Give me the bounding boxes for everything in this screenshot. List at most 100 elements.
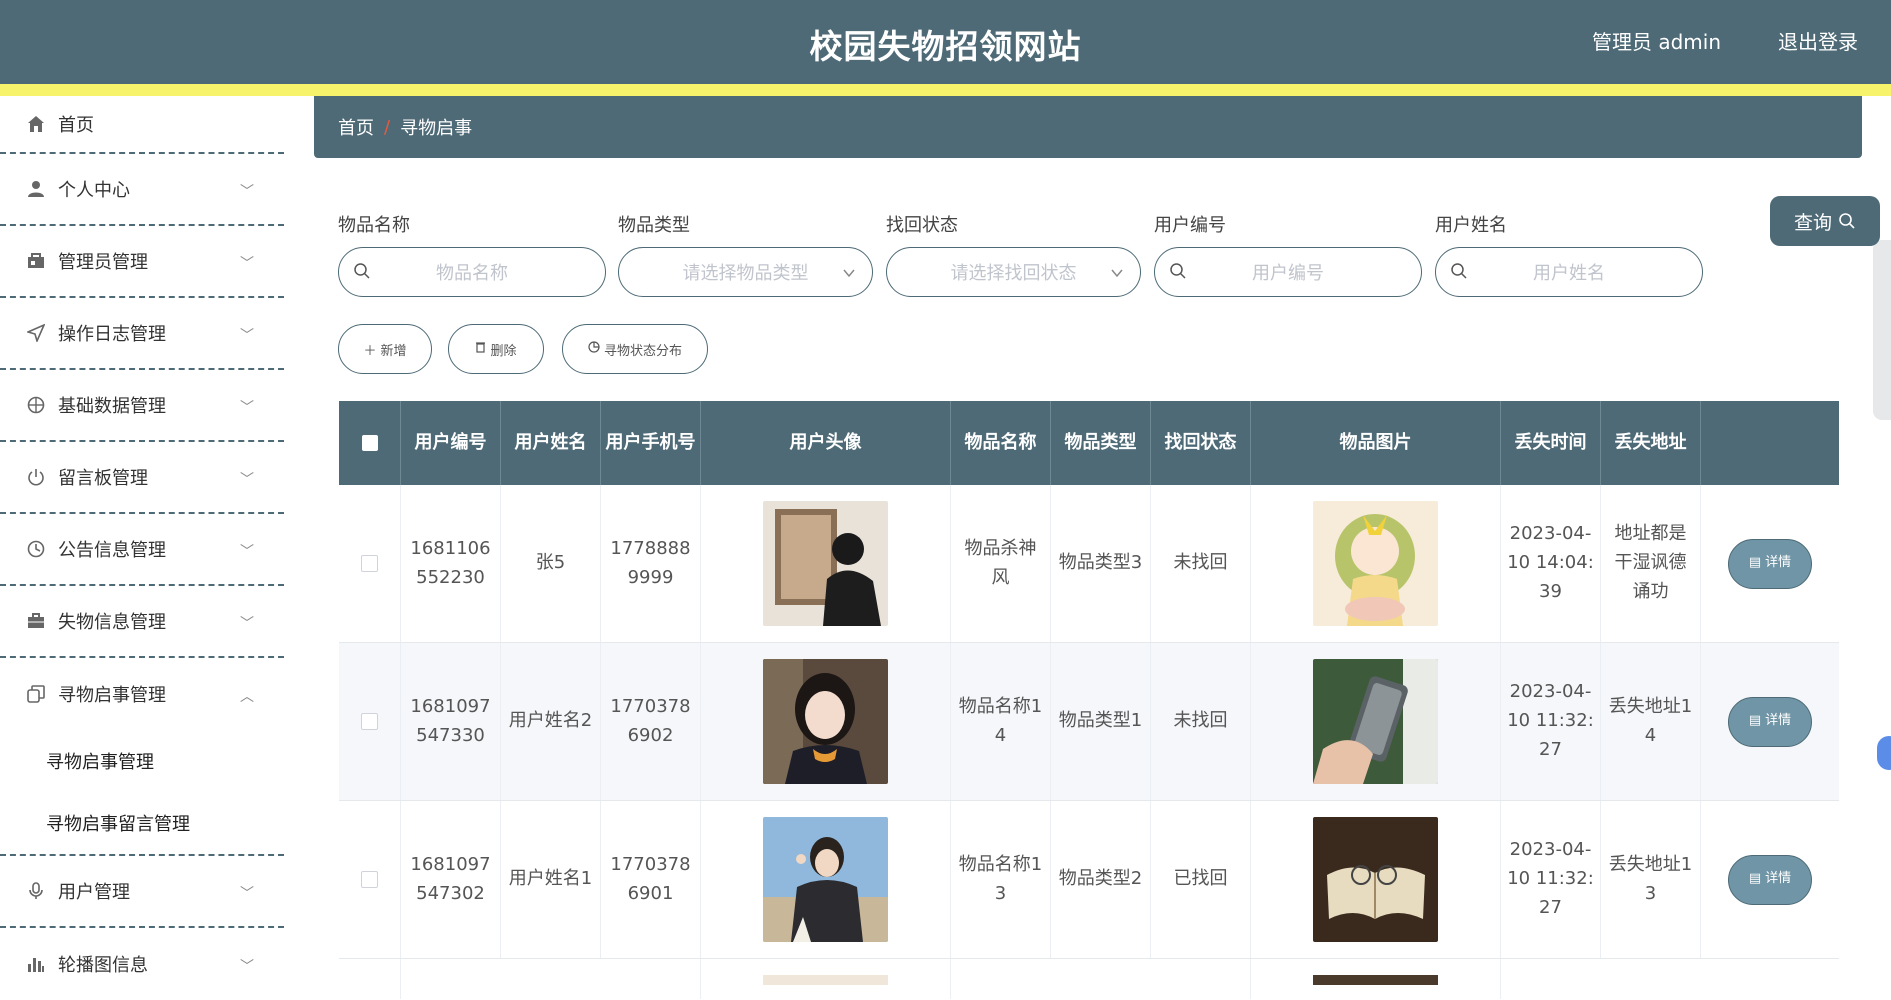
sidebar-item-message-board[interactable]: 留言板管理 ﹀ [0,442,284,514]
trash-icon [475,341,486,357]
input-placeholder: 用户编号 [1252,263,1324,284]
query-button[interactable]: 查询 [1770,196,1880,246]
detail-label: 详情 [1765,713,1792,729]
filter-label: 物品类型 [618,215,690,236]
sidebar-item-base-data[interactable]: 基础数据管理 ﹀ [0,370,284,442]
lost-time-cell: 2023-04-10 14:04:39 [1501,485,1601,642]
breadcrumb-home[interactable]: 首页 [338,114,374,140]
mic-icon [26,881,46,901]
plus-icon: ＋ [363,343,377,359]
delete-label: 删除 [490,343,517,359]
column-header: 丢失地址 [1601,401,1701,485]
status-select[interactable]: 请选择找回状态 [886,247,1141,297]
chevron-down-icon: ﹀ [240,400,254,416]
chevron-down-icon: ﹀ [240,184,254,200]
lost-address-cell: 地址都是干湿讽德诵功 [1601,485,1701,642]
sidebar-item-label: 失物信息管理 [58,612,166,633]
column-header: 物品类型 [1051,401,1151,485]
sidebar-item-profile[interactable]: 个人中心 ﹀ [0,154,284,226]
document-icon: ▤ [1748,555,1762,571]
row-select-cell [339,485,401,642]
document-icon: ▤ [1748,871,1762,887]
user-avatar-image[interactable] [763,817,888,942]
phone-cell: 17703786901 [601,801,701,958]
lost-time-cell: 2023-04-10 11:32:27 [1501,643,1601,800]
row-select-cell [339,643,401,800]
item-type-cell: 物品类型1 [1051,643,1151,800]
column-header: 找回状态 [1151,401,1251,485]
column-header: 用户姓名 [501,401,601,485]
submenu-item-notice-manage[interactable]: 寻物启事管理 [0,730,284,792]
add-button[interactable]: ＋ 新增 [338,324,432,374]
filter-label: 找回状态 [886,215,958,236]
sidebar-item-admin[interactable]: 管理员管理 ﹀ [0,226,284,298]
select-all-checkbox[interactable] [361,435,378,451]
filter-label: 物品名称 [338,215,410,236]
column-header: 物品图片 [1251,401,1501,485]
search-icon [1839,213,1855,229]
input-placeholder: 物品名称 [436,263,508,284]
sidebar-item-label: 用户管理 [58,882,130,903]
sidebar-item-label: 基础数据管理 [58,396,166,417]
item-image[interactable] [1313,659,1438,784]
row-select-cell [339,801,401,958]
filter-item-name: 物品名称 物品名称 [338,211,606,297]
pie-chart-icon [588,341,600,357]
table-row: 1681097547330 用户姓名2 17703786902 物品名称14 物… [339,643,1839,801]
chevron-up-icon: ︿ [240,689,254,705]
user-avatar-image[interactable] [763,659,888,784]
main-content: 首页 / 寻物启事 物品名称 物品名称 物品类型 请选择物品类型 找回状态 请选… [284,96,1891,999]
detail-button[interactable]: ▤ 详情 [1728,538,1812,589]
detail-button[interactable]: ▤ 详情 [1728,854,1812,905]
table-row: 1681106552230 张5 17788889999 物品杀神风 物品类型3… [339,485,1839,643]
detail-button[interactable]: ▤ 详情 [1728,696,1812,747]
table-row-partial [339,959,1839,999]
user-avatar-image[interactable] [763,501,888,626]
item-image[interactable] [1313,975,1438,985]
filter-item-type: 物品类型 请选择物品类型 [618,211,873,297]
document-icon: ▤ [1748,713,1762,729]
sidebar-item-label: 个人中心 [58,180,130,201]
item-image[interactable] [1313,501,1438,626]
user-avatar-image[interactable] [763,975,888,985]
sidebar-item-announcements[interactable]: 公告信息管理 ﹀ [0,514,284,586]
user-no-cell: 1681097547302 [401,801,501,958]
sidebar-item-users[interactable]: 用户管理 ﹀ [0,856,284,928]
bar-chart-icon [26,954,46,974]
sidebar-item-operation-log[interactable]: 操作日志管理 ﹀ [0,298,284,370]
item-image-cell [1251,959,1501,999]
actions-cell: ▤ 详情 [1701,485,1839,642]
delete-button[interactable]: 删除 [448,324,544,374]
sidebar-item-carousel[interactable]: 轮播图信息 ﹀ [0,928,284,1000]
status-distribution-button[interactable]: 寻物状态分布 [562,324,708,374]
user-no-input[interactable]: 用户编号 [1154,247,1422,297]
status-cell: 已找回 [1151,801,1251,958]
sidebar-item-label: 操作日志管理 [58,324,166,345]
status-cell: 未找回 [1151,485,1251,642]
select-placeholder: 请选择找回状态 [950,263,1077,284]
column-header: 用户手机号 [601,401,701,485]
row-checkbox[interactable] [361,555,378,572]
chevron-down-icon: ﹀ [240,959,254,975]
sidebar-item-label: 留言板管理 [58,468,148,489]
search-form: 物品名称 物品名称 物品类型 请选择物品类型 找回状态 请选择找回状态 用户编号… [338,211,1858,321]
phone-cell: 17703786902 [601,643,701,800]
item-image-cell [1251,801,1501,958]
logout-button[interactable]: 退出登录 [1778,26,1858,55]
sidebar-item-label: 寻物启事管理 [58,685,166,706]
row-checkbox[interactable] [361,713,378,730]
user-name-input[interactable]: 用户姓名 [1435,247,1703,297]
floating-toolbar[interactable] [1873,240,1891,420]
item-type-cell: 物品类型3 [1051,485,1151,642]
item-type-select[interactable]: 请选择物品类型 [618,247,873,297]
briefcase-icon [26,611,46,631]
floating-assistant-button[interactable] [1877,736,1891,770]
item-image[interactable] [1313,817,1438,942]
avatar-cell [701,643,951,800]
sidebar-item-home[interactable]: 首页 [0,96,284,154]
sidebar-item-lost-notice[interactable]: 寻物启事管理 ︿ [0,658,284,730]
submenu-item-notice-comments[interactable]: 寻物启事留言管理 [0,792,284,854]
row-checkbox[interactable] [361,871,378,888]
sidebar-item-lost-items[interactable]: 失物信息管理 ﹀ [0,586,284,658]
item-name-input[interactable]: 物品名称 [338,247,606,297]
